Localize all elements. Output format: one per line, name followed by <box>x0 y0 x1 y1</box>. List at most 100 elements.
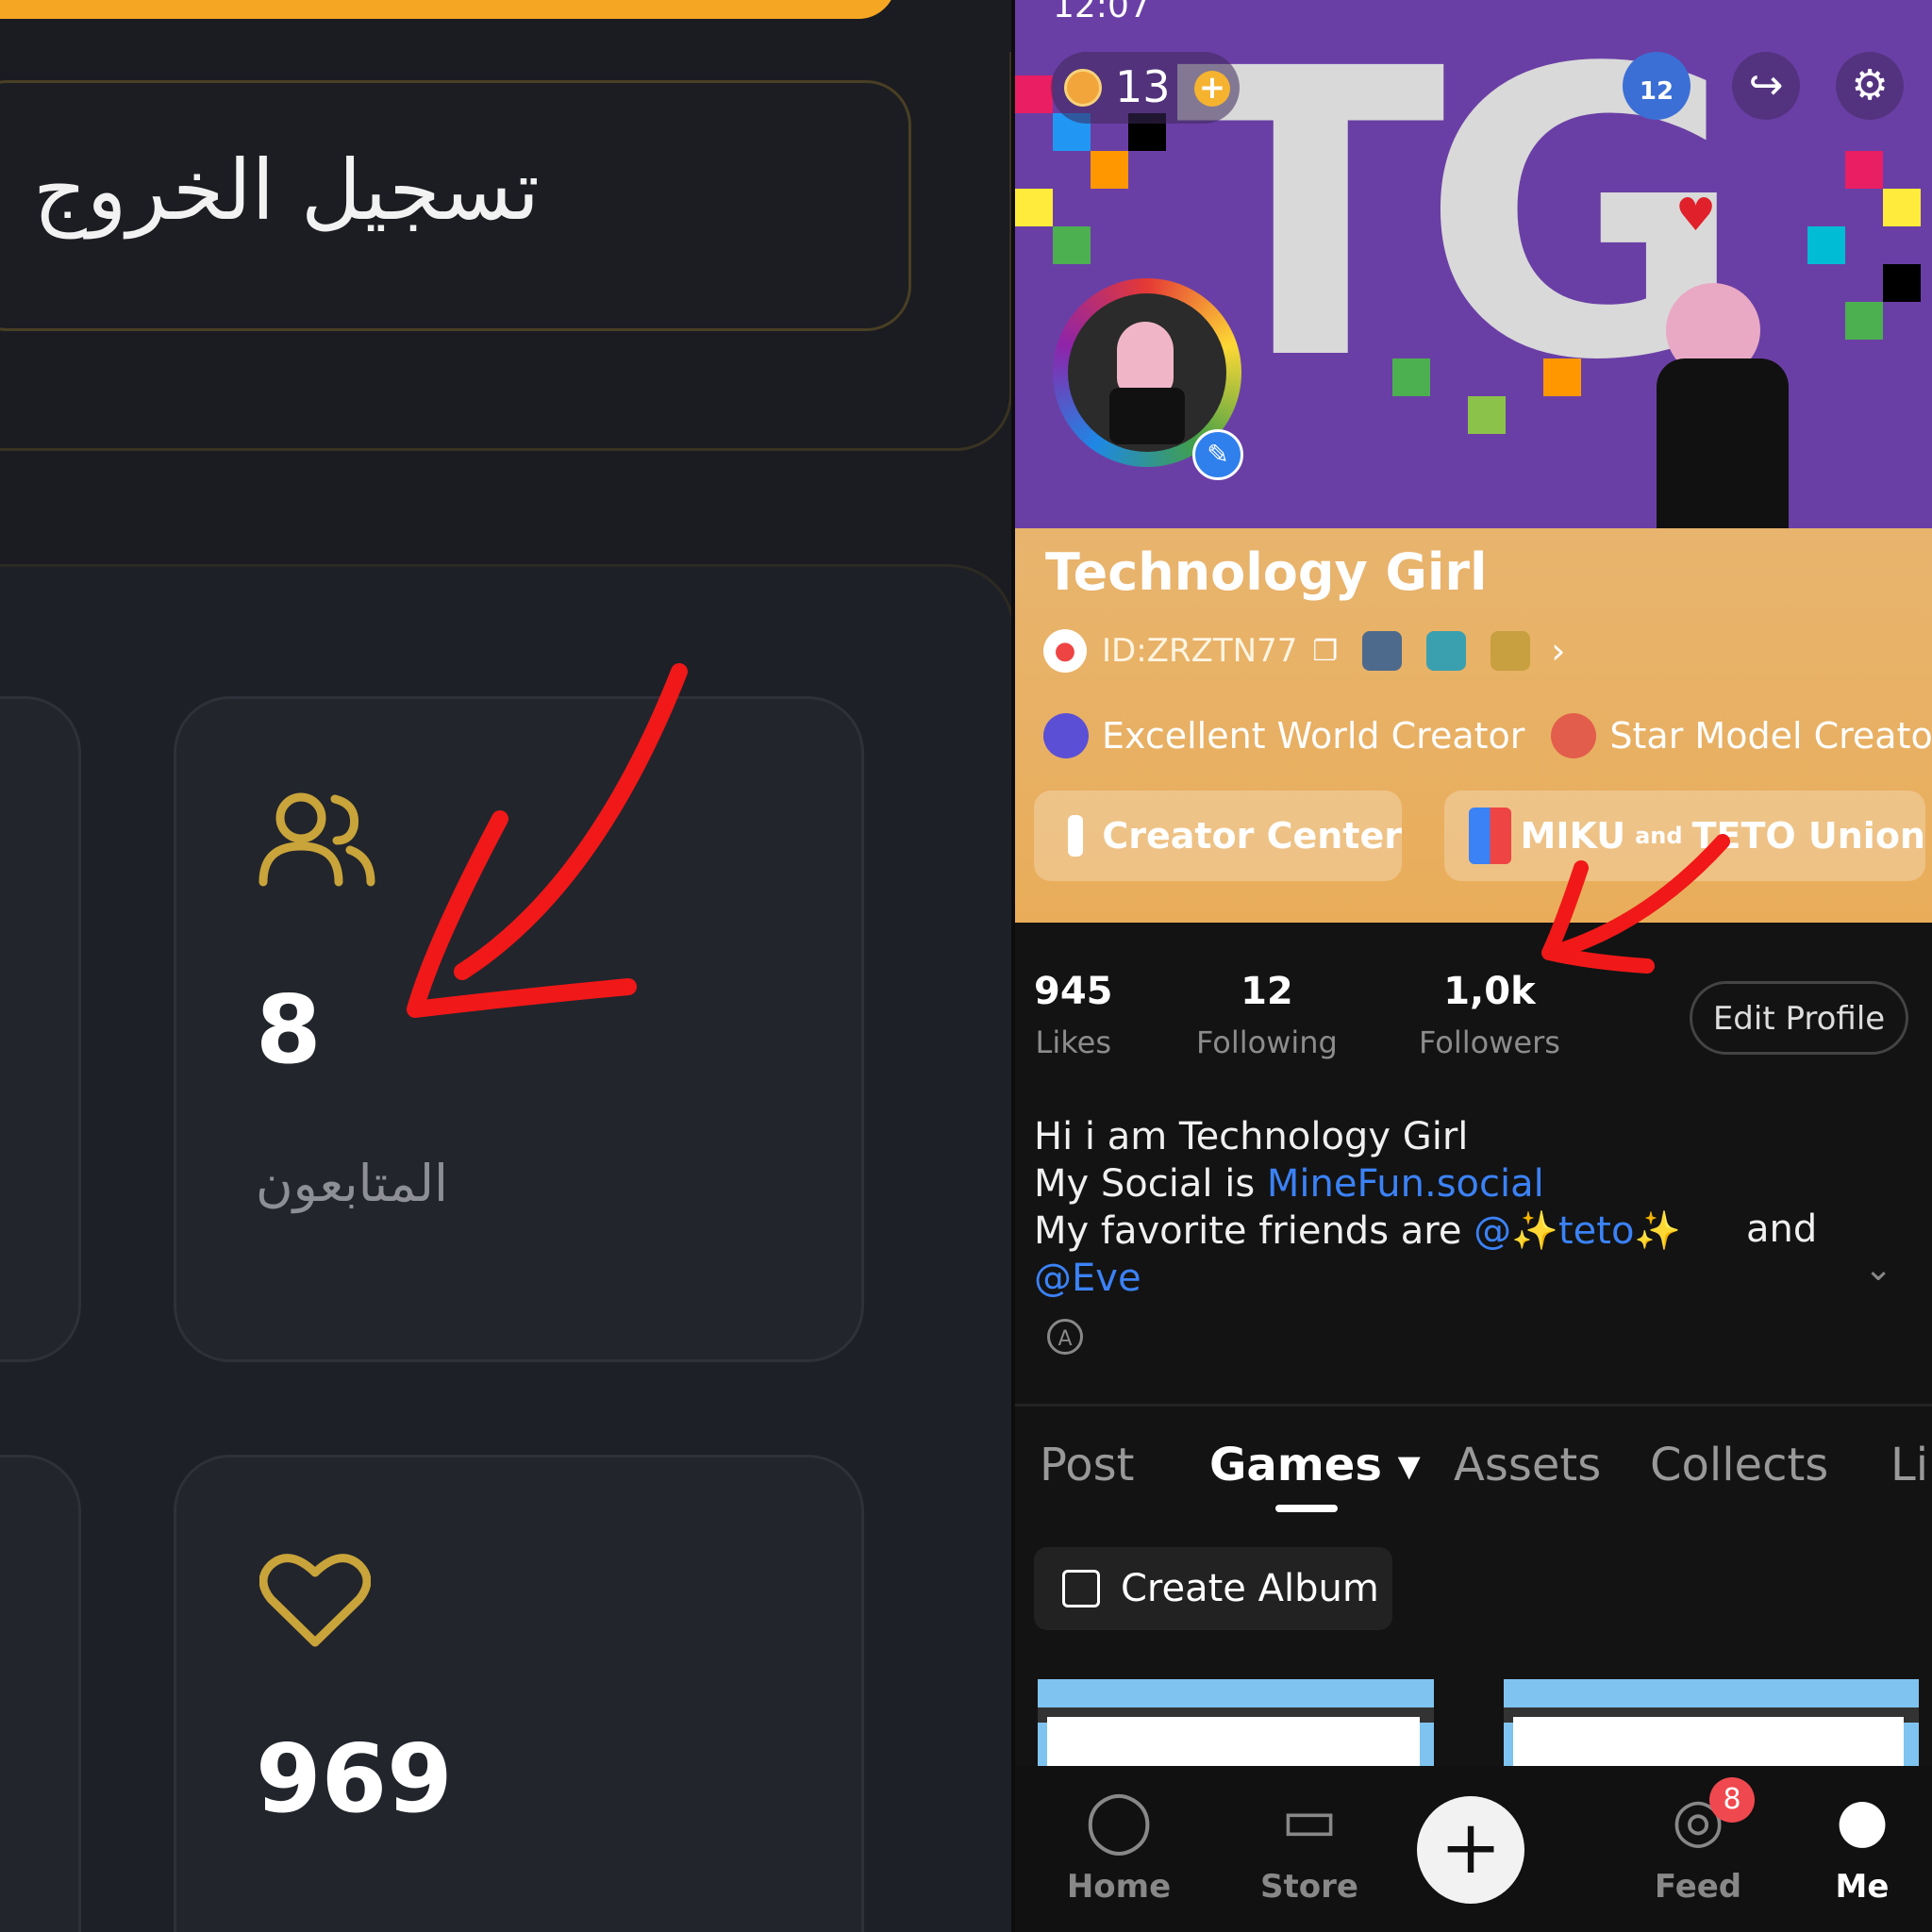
level-number: 12 <box>1639 77 1674 106</box>
create-album-label: Create Album <box>1121 1567 1379 1610</box>
union-icon <box>1469 808 1511 864</box>
stat-followers[interactable]: 1,0k Followers <box>1419 970 1560 1060</box>
username: Technology Girl <box>1045 542 1488 602</box>
edit-profile-button[interactable]: Edit Profile <box>1690 981 1908 1055</box>
edit-avatar-icon[interactable]: ✎ <box>1192 429 1243 480</box>
avatar-face <box>1117 322 1174 397</box>
nav-label: Home <box>1066 1868 1172 1906</box>
tab-likes[interactable]: Li <box>1890 1439 1928 1491</box>
achievement-badge-icon[interactable] <box>1362 631 1403 671</box>
active-tab-indicator <box>1275 1505 1338 1512</box>
feed-badge: 8 <box>1709 1777 1755 1823</box>
following-value: 12 <box>1241 970 1293 1013</box>
bio-mention-teto[interactable]: @✨teto✨ <box>1474 1209 1681 1253</box>
followers-label: المتابعون <box>256 1154 449 1213</box>
create-album-button[interactable]: Create Album <box>1034 1547 1392 1630</box>
auto-translate-icon[interactable]: A <box>1047 1319 1083 1355</box>
followers-label: Followers <box>1419 1024 1560 1060</box>
heart-sticker-icon: ♥ <box>1675 189 1717 242</box>
stat-card-partial <box>0 696 81 1362</box>
profile-tabs: Post Games ▾ Assets Collects Li <box>1015 1439 1932 1505</box>
banner-pixel <box>1883 264 1921 302</box>
bottom-nav: ◯ Home ▭ Store + ◎ 8 Feed ● Me <box>1015 1766 1932 1932</box>
likes-count: 969 <box>256 1724 453 1834</box>
likes-label: Likes <box>1035 1024 1111 1060</box>
achievement-badge-icon[interactable] <box>1426 631 1467 671</box>
id-row: ● ID:ZRZTN77 ❐ › <box>1043 627 1565 675</box>
union-label-part: MIKU <box>1520 815 1626 857</box>
settings-icon[interactable]: ⚙ <box>1836 52 1904 120</box>
model-creator-icon <box>1551 713 1597 758</box>
followers-count: 8 <box>256 974 322 1085</box>
stat-likes[interactable]: 945 Likes <box>1034 970 1113 1060</box>
achievement-badge-icon[interactable] <box>1491 631 1531 671</box>
followers-value: 1,0k <box>1443 970 1536 1013</box>
following-label: Following <box>1196 1024 1338 1060</box>
likes-value: 945 <box>1034 970 1113 1013</box>
nav-feed[interactable]: ◎ 8 Feed <box>1632 1777 1764 1906</box>
status-time: 12:07 <box>1053 0 1151 25</box>
tab-post[interactable]: Post <box>1040 1439 1134 1491</box>
likes-card[interactable]: 969 <box>174 1455 864 1932</box>
banner-pixel <box>1807 226 1845 264</box>
top-accent-bar <box>0 0 896 19</box>
bio-line: Hi i am Technology Girl <box>1034 1115 1469 1158</box>
level-badge-icon[interactable]: 12 <box>1623 52 1690 120</box>
divider <box>1015 1404 1932 1407</box>
left-panel: تسجيل الخروج 8 المتابعون 969 <box>0 0 1011 1932</box>
nav-store[interactable]: ▭ Store <box>1243 1783 1375 1906</box>
tab-games[interactable]: Games ▾ <box>1209 1439 1421 1491</box>
coins-pill[interactable]: 13 + <box>1051 52 1240 124</box>
share-icon[interactable]: ↪ <box>1732 52 1800 120</box>
nav-label: Me <box>1835 1868 1890 1906</box>
bio-link-minefun[interactable]: MineFun.social <box>1267 1162 1544 1206</box>
world-creator-icon <box>1043 713 1089 758</box>
layers-icon <box>1062 1570 1100 1607</box>
stat-card-partial <box>0 1455 81 1932</box>
banner-pixel <box>1053 226 1091 264</box>
thumbnail-house <box>1047 1717 1420 1766</box>
union-label-part: TETO Union <box>1691 815 1925 857</box>
creator-center-label: Creator Center <box>1102 815 1402 857</box>
banner-pixel <box>1845 302 1883 340</box>
add-coins-icon[interactable]: + <box>1194 71 1230 107</box>
copy-icon[interactable]: ❐ <box>1312 635 1338 668</box>
bio-line: @Eve <box>1034 1255 1681 1302</box>
title-model-creator: Star Model Creator <box>1609 715 1932 757</box>
union-button[interactable]: MIKU and TETO Union <box>1444 791 1925 881</box>
tab-assets[interactable]: Assets <box>1454 1439 1601 1491</box>
bio-mention-eve[interactable]: @Eve <box>1034 1257 1141 1300</box>
chevron-right-icon[interactable]: › <box>1551 630 1565 672</box>
creator-center-button[interactable]: Creator Center <box>1034 791 1402 881</box>
bio: Hi i am Technology Girl My Social is Min… <box>1034 1113 1681 1302</box>
gift-icon <box>1068 815 1084 857</box>
store-icon: ▭ <box>1280 1786 1339 1856</box>
bio-line: My Social is MineFun.social <box>1034 1160 1681 1208</box>
coin-count: 13 <box>1115 61 1171 112</box>
bio-text: My favorite friends are <box>1034 1209 1474 1253</box>
create-plus-icon[interactable]: + <box>1417 1796 1524 1904</box>
game-thumbnail[interactable] <box>1038 1679 1434 1766</box>
creator-titles: Excellent World Creator Star Model Creat… <box>1043 708 1932 764</box>
coin-icon <box>1064 69 1102 107</box>
bio-text: My Social is <box>1034 1162 1267 1206</box>
planet-icon: ◯ <box>1085 1786 1153 1856</box>
stat-following[interactable]: 12 Following <box>1196 970 1338 1060</box>
banner-pixel <box>1015 75 1053 113</box>
expand-bio-icon[interactable]: ⌄ <box>1864 1250 1892 1289</box>
followers-card[interactable]: 8 المتابعون <box>174 696 864 1362</box>
right-panel: T G ♥ 12:07 13 + 12 ↪ ⚙ ✎ Technology Gir… <box>1015 0 1932 1932</box>
character-body <box>1657 358 1789 547</box>
avatar-image <box>1068 293 1226 452</box>
heart-icon <box>259 1554 371 1647</box>
avatar-body <box>1109 388 1185 444</box>
banner-pixel <box>1883 189 1921 226</box>
bio-line: My favorite friends are @✨teto✨ <box>1034 1208 1681 1255</box>
title-world-creator: Excellent World Creator <box>1102 715 1525 757</box>
game-thumbnail[interactable] <box>1504 1679 1919 1766</box>
user-id: ID:ZRZTN77 <box>1102 632 1298 670</box>
banner-pixel <box>1015 189 1053 226</box>
nav-me[interactable]: ● Me <box>1796 1783 1928 1906</box>
nav-home[interactable]: ◯ Home <box>1053 1783 1185 1906</box>
tab-collects[interactable]: Collects <box>1650 1439 1828 1491</box>
